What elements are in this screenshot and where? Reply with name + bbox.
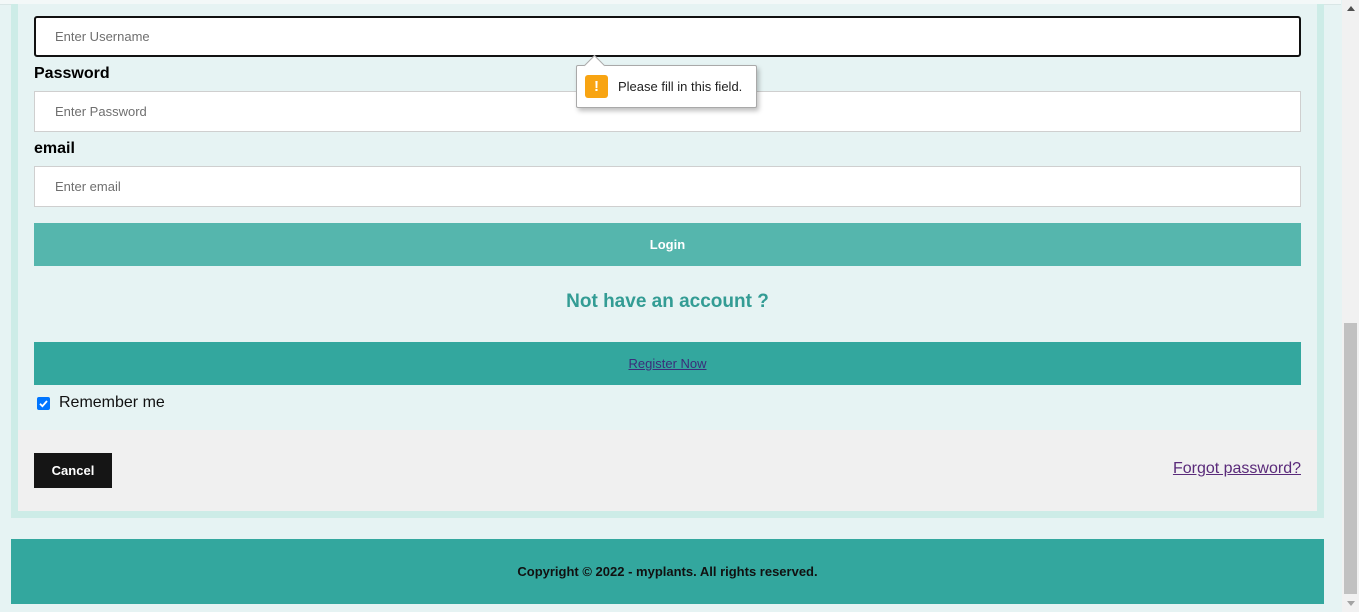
login-button-label: Login (649, 237, 686, 252)
forgot-password-link[interactable]: Forgot password? (1173, 460, 1301, 478)
email-label: email (34, 140, 75, 157)
page: Password email Login Not have an account… (0, 0, 1359, 612)
scrollbar-thumb[interactable] (1344, 323, 1357, 594)
username-input[interactable] (34, 16, 1301, 57)
remember-me-row: Remember me (37, 394, 165, 412)
register-now-link[interactable]: Register Now (628, 356, 706, 371)
validation-message: Please fill in this field. (618, 79, 743, 94)
scroll-up-arrow-icon[interactable] (1342, 0, 1359, 17)
form-footer-band (18, 430, 1317, 511)
not-have-account-text: Not have an account ? (566, 291, 769, 312)
vertical-scrollbar[interactable] (1342, 0, 1359, 612)
login-button[interactable]: Login (34, 223, 1301, 266)
email-input[interactable] (34, 166, 1301, 207)
site-footer: Copyright © 2022 - myplants. All rights … (11, 539, 1324, 604)
password-label: Password (34, 65, 110, 82)
validation-tooltip: ! Please fill in this field. (576, 54, 757, 108)
copyright-text: Copyright © 2022 - myplants. All rights … (517, 564, 818, 579)
remember-me-label: Remember me (59, 394, 165, 411)
warning-icon: ! (585, 75, 608, 98)
remember-me-checkbox[interactable] (37, 396, 50, 410)
cancel-button[interactable]: Cancel (34, 453, 112, 488)
checkmark-icon (39, 399, 48, 408)
scroll-down-arrow-icon[interactable] (1342, 595, 1359, 612)
cancel-button-label: Cancel (51, 463, 95, 478)
register-button[interactable]: Register Now (34, 342, 1301, 385)
